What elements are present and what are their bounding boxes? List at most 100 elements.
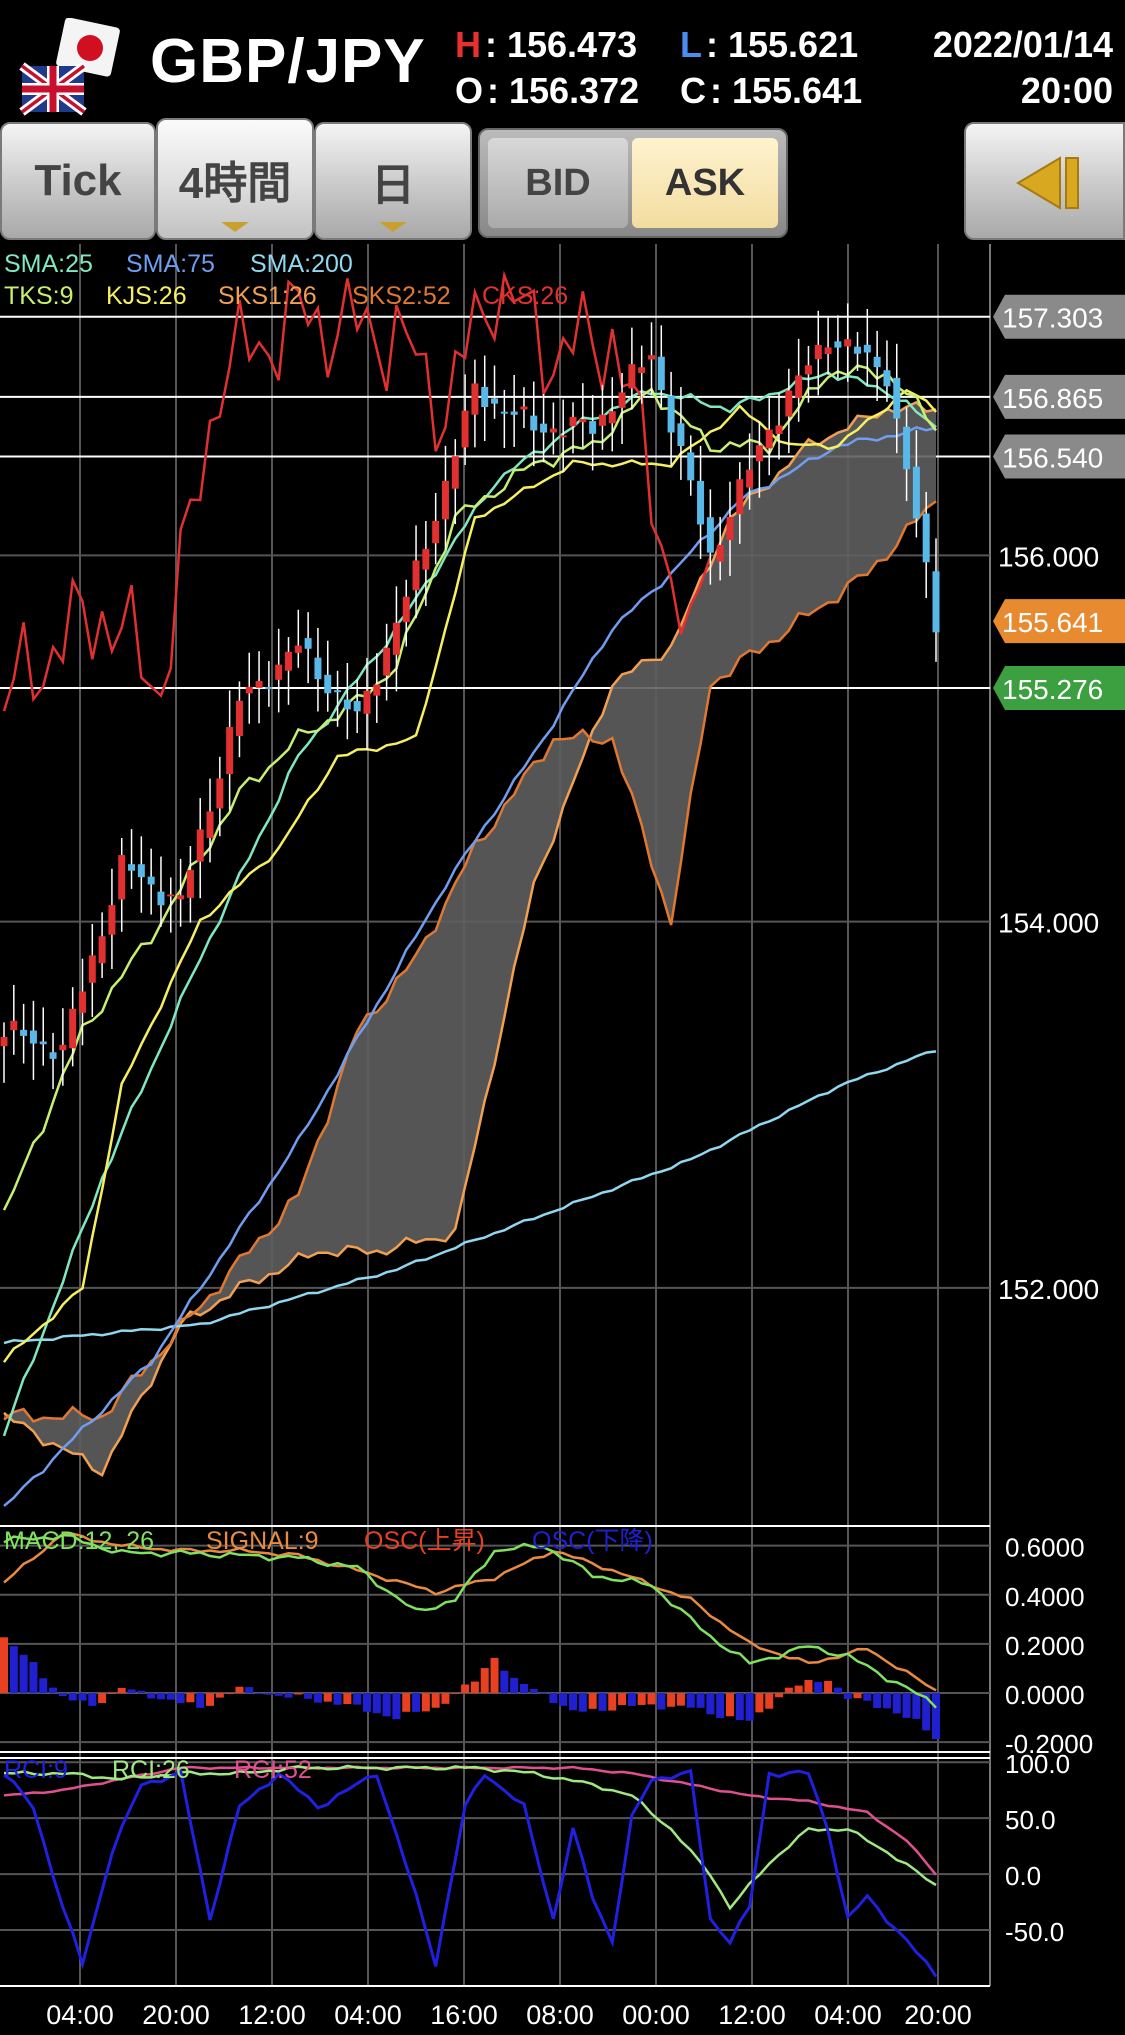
osc-bar xyxy=(264,1693,273,1695)
ichimoku-cloud xyxy=(4,402,936,1476)
candle-up xyxy=(363,690,371,714)
candle-down xyxy=(137,864,145,878)
collapse-panel-button[interactable] xyxy=(964,122,1125,240)
candle-up xyxy=(186,869,194,898)
candle-up xyxy=(196,829,204,862)
legend-label: KJS:26 xyxy=(106,282,187,310)
candle-up xyxy=(775,425,783,435)
osc-bar xyxy=(235,1686,244,1694)
candle-up xyxy=(638,367,646,374)
candle-up xyxy=(294,645,302,653)
chart-area[interactable]: SMA:25 SMA:75 SMA:200 TKS:9 KJS:26 SKS1:26 SKS… xyxy=(0,244,1125,2035)
price-axis: 154.000 152.000 157.303 156.865 156.540 156.0… xyxy=(993,294,1125,1305)
macd-tick-label: 0.0000 xyxy=(1005,1680,1085,1710)
osc-bar xyxy=(657,1693,666,1710)
currency-pair-title: GBP/JPY xyxy=(150,27,426,96)
candle-down xyxy=(697,480,705,525)
candle-down xyxy=(687,452,695,481)
candle-down xyxy=(863,344,871,353)
candle-up xyxy=(746,469,754,488)
osc-bar xyxy=(912,1693,921,1719)
rci-tick-label: 50.0 xyxy=(1005,1805,1056,1835)
candle-up xyxy=(520,406,528,410)
tab-tick[interactable]: Tick xyxy=(0,122,156,240)
osc-bar xyxy=(892,1693,901,1714)
osc-bar xyxy=(39,1678,48,1694)
candle-down xyxy=(157,891,165,906)
osc-bar xyxy=(549,1693,558,1704)
candle-down xyxy=(883,370,891,387)
toolbar: Tick 4時間 日 BID ASK xyxy=(0,118,1125,244)
candle-down xyxy=(834,341,842,348)
price-tag-label: 155.641 xyxy=(1002,607,1103,638)
candle-up xyxy=(78,991,86,1013)
candle-up xyxy=(451,456,459,489)
osc-bar xyxy=(716,1693,725,1718)
osc-bar xyxy=(833,1687,842,1694)
osc-bar xyxy=(843,1693,852,1699)
price-tag-label: 156.865 xyxy=(1002,383,1103,414)
osc-bar xyxy=(873,1693,882,1709)
candle-up xyxy=(785,390,793,417)
osc-bar xyxy=(313,1693,322,1703)
bid-button[interactable]: BID xyxy=(488,138,628,228)
low-value: L: 155.621 xyxy=(680,24,859,65)
osc-bar xyxy=(608,1693,617,1711)
osc-bar xyxy=(510,1677,519,1694)
tab-4-hours[interactable]: 4時間 xyxy=(156,118,314,240)
price-tag-label: 156.540 xyxy=(1002,442,1103,473)
osc-bar xyxy=(686,1693,695,1708)
osc-bar xyxy=(578,1693,587,1712)
osc-bar xyxy=(853,1693,862,1699)
tab-daily[interactable]: 日 xyxy=(314,122,472,240)
time-tick-label: 08:00 xyxy=(526,2000,594,2030)
candle-down xyxy=(304,638,312,649)
candle-up xyxy=(98,936,106,964)
candle-up xyxy=(275,664,283,680)
candle-up xyxy=(598,414,606,426)
osc-bar xyxy=(294,1693,303,1695)
osc-bar xyxy=(706,1693,715,1715)
candle-up xyxy=(412,560,420,591)
osc-bar xyxy=(78,1693,87,1701)
osc-bar xyxy=(49,1687,58,1694)
time-tick-label: 12:00 xyxy=(238,2000,306,2030)
osc-bar xyxy=(735,1693,744,1721)
candle-down xyxy=(353,701,361,712)
open-value: O: 156.372 xyxy=(455,70,640,111)
osc-bar xyxy=(755,1693,764,1713)
macd-tick-label: 0.6000 xyxy=(1005,1533,1085,1563)
rci-panel: 100.0 50.0 0.0 -50.0 RCI:9 RCI:26 RCI:52 xyxy=(0,1749,1070,1978)
osc-bar xyxy=(676,1693,685,1706)
osc-bar xyxy=(932,1693,940,1740)
osc-bar xyxy=(765,1693,774,1709)
header-bar: GBP/JPY H: 156.473 L: 155.621 O: 156.372… xyxy=(0,0,1125,122)
candle-down xyxy=(324,674,332,694)
osc-bar xyxy=(0,1637,8,1694)
osc-bar xyxy=(627,1693,636,1706)
osc-bar xyxy=(107,1692,116,1694)
ask-button[interactable]: ASK xyxy=(632,138,778,228)
candle-up xyxy=(628,364,636,389)
candle-up xyxy=(716,544,724,562)
osc-bar xyxy=(569,1693,578,1711)
osc-bar xyxy=(88,1693,97,1706)
rci26-line xyxy=(3,1764,937,1911)
osc-bar xyxy=(775,1693,784,1698)
time-tick-label: 04:00 xyxy=(334,2000,402,2030)
candle-down xyxy=(873,356,881,368)
macd-tick-label: 0.2000 xyxy=(1005,1631,1085,1661)
legend-label: SMA:75 xyxy=(126,250,215,278)
osc-bar xyxy=(470,1681,479,1694)
time-tick-label: 20:00 xyxy=(142,2000,210,2030)
osc-bar xyxy=(784,1687,793,1694)
candle-up xyxy=(608,411,616,424)
time-tick-label: 04:00 xyxy=(814,2000,882,2030)
candle-up xyxy=(118,855,126,900)
chevron-down-icon xyxy=(379,222,407,232)
osc-bar xyxy=(402,1693,411,1712)
candle-up xyxy=(285,651,293,671)
time-tick-label: 20:00 xyxy=(904,2000,972,2030)
candle-down xyxy=(657,356,665,391)
osc-bar xyxy=(559,1693,568,1706)
